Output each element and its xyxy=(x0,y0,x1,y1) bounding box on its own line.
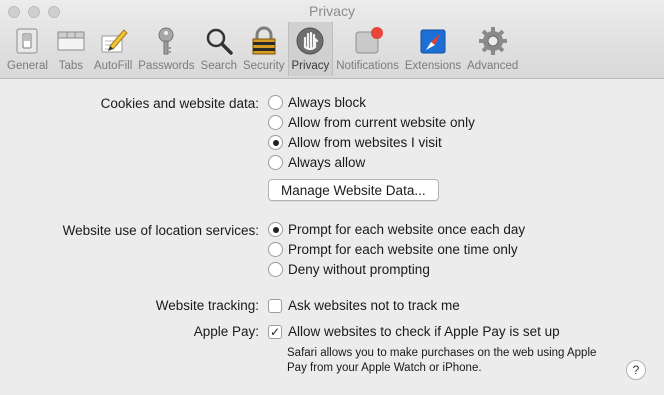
radio-button-selected[interactable] xyxy=(268,222,283,237)
cookies-option-websites-i-visit[interactable]: Allow from websites I visit xyxy=(268,135,442,150)
tab-passwords-label: Passwords xyxy=(138,60,195,72)
toolbar: Privacy General Tabs AutoFill Passwords … xyxy=(0,0,664,79)
compass-puzzle-icon xyxy=(416,24,450,58)
cookies-label: Cookies and website data: xyxy=(100,96,259,111)
preferences-window: Privacy General Tabs AutoFill Passwords … xyxy=(0,0,664,395)
magnifier-icon xyxy=(202,24,236,58)
general-switch-icon xyxy=(10,24,44,58)
hand-icon xyxy=(293,24,327,58)
checkbox-label: Ask websites not to track me xyxy=(288,298,460,313)
option-label: Deny without prompting xyxy=(288,262,430,277)
tab-search[interactable]: Search xyxy=(198,22,240,76)
tab-general[interactable]: General xyxy=(4,22,51,76)
location-option-one-time-only[interactable]: Prompt for each website one time only xyxy=(268,242,518,257)
gear-icon xyxy=(476,24,510,58)
radio-button-selected[interactable] xyxy=(268,135,283,150)
do-not-track-checkbox[interactable] xyxy=(268,298,282,313)
tab-extensions-label: Extensions xyxy=(404,60,462,72)
tab-tabs[interactable]: Tabs xyxy=(51,22,91,76)
radio-button[interactable] xyxy=(268,95,283,110)
option-label: Allow from websites I visit xyxy=(288,135,442,150)
tab-general-label: General xyxy=(7,60,48,72)
pencil-form-icon xyxy=(96,24,130,58)
location-option-deny[interactable]: Deny without prompting xyxy=(268,262,430,277)
tab-privacy-label: Privacy xyxy=(291,60,330,72)
tab-search-label: Search xyxy=(200,60,237,72)
radio-button[interactable] xyxy=(268,155,283,170)
option-label: Always block xyxy=(288,95,367,110)
option-label: Always allow xyxy=(288,155,366,170)
apple-pay-note: Safari allows you to make purchases on t… xyxy=(287,347,597,374)
tab-notifications[interactable]: Notifications xyxy=(333,22,402,76)
radio-button[interactable] xyxy=(268,242,283,257)
tab-autofill[interactable]: AutoFill xyxy=(91,22,135,76)
tab-passwords[interactable]: Passwords xyxy=(135,22,197,76)
checkbox-label: Allow websites to check if Apple Pay is … xyxy=(288,324,560,339)
radio-button[interactable] xyxy=(268,115,283,130)
window-title: Privacy xyxy=(309,3,355,19)
tab-notifications-label: Notifications xyxy=(336,60,399,72)
tracking-label: Website tracking: xyxy=(155,298,259,313)
location-label: Website use of location services: xyxy=(62,223,259,238)
option-label: Prompt for each website one time only xyxy=(288,242,518,257)
tab-extensions[interactable]: Extensions xyxy=(402,22,464,76)
manage-website-data-button[interactable]: Manage Website Data... xyxy=(268,179,439,201)
location-option-once-each-day[interactable]: Prompt for each website once each day xyxy=(268,222,525,237)
preference-tabs: General Tabs AutoFill Passwords Search S… xyxy=(4,22,521,76)
tab-security[interactable]: Security xyxy=(240,22,288,76)
tabs-icon xyxy=(54,24,88,58)
tab-advanced[interactable]: Advanced xyxy=(464,22,521,76)
do-not-track-checkbox-row[interactable]: Ask websites not to track me xyxy=(268,298,460,313)
apple-pay-checkbox[interactable]: ✓ xyxy=(268,324,282,339)
cookies-option-always-allow[interactable]: Always allow xyxy=(268,155,365,170)
apple-pay-checkbox-row[interactable]: ✓ Allow websites to check if Apple Pay i… xyxy=(268,324,560,339)
apple-pay-label: Apple Pay: xyxy=(193,324,259,339)
tab-advanced-label: Advanced xyxy=(467,60,519,72)
notification-badge-icon xyxy=(351,24,385,58)
help-button[interactable]: ? xyxy=(626,360,646,380)
option-label: Allow from current website only xyxy=(288,115,475,130)
radio-button[interactable] xyxy=(268,262,283,277)
key-icon xyxy=(149,24,183,58)
padlock-icon xyxy=(247,24,281,58)
tab-tabs-label: Tabs xyxy=(58,60,84,72)
tab-privacy[interactable]: Privacy xyxy=(287,22,334,76)
tab-autofill-label: AutoFill xyxy=(93,60,133,72)
cookies-option-always-block[interactable]: Always block xyxy=(268,95,366,110)
cookies-option-current-website[interactable]: Allow from current website only xyxy=(268,115,475,130)
tab-security-label: Security xyxy=(242,60,285,72)
option-label: Prompt for each website once each day xyxy=(288,222,526,237)
